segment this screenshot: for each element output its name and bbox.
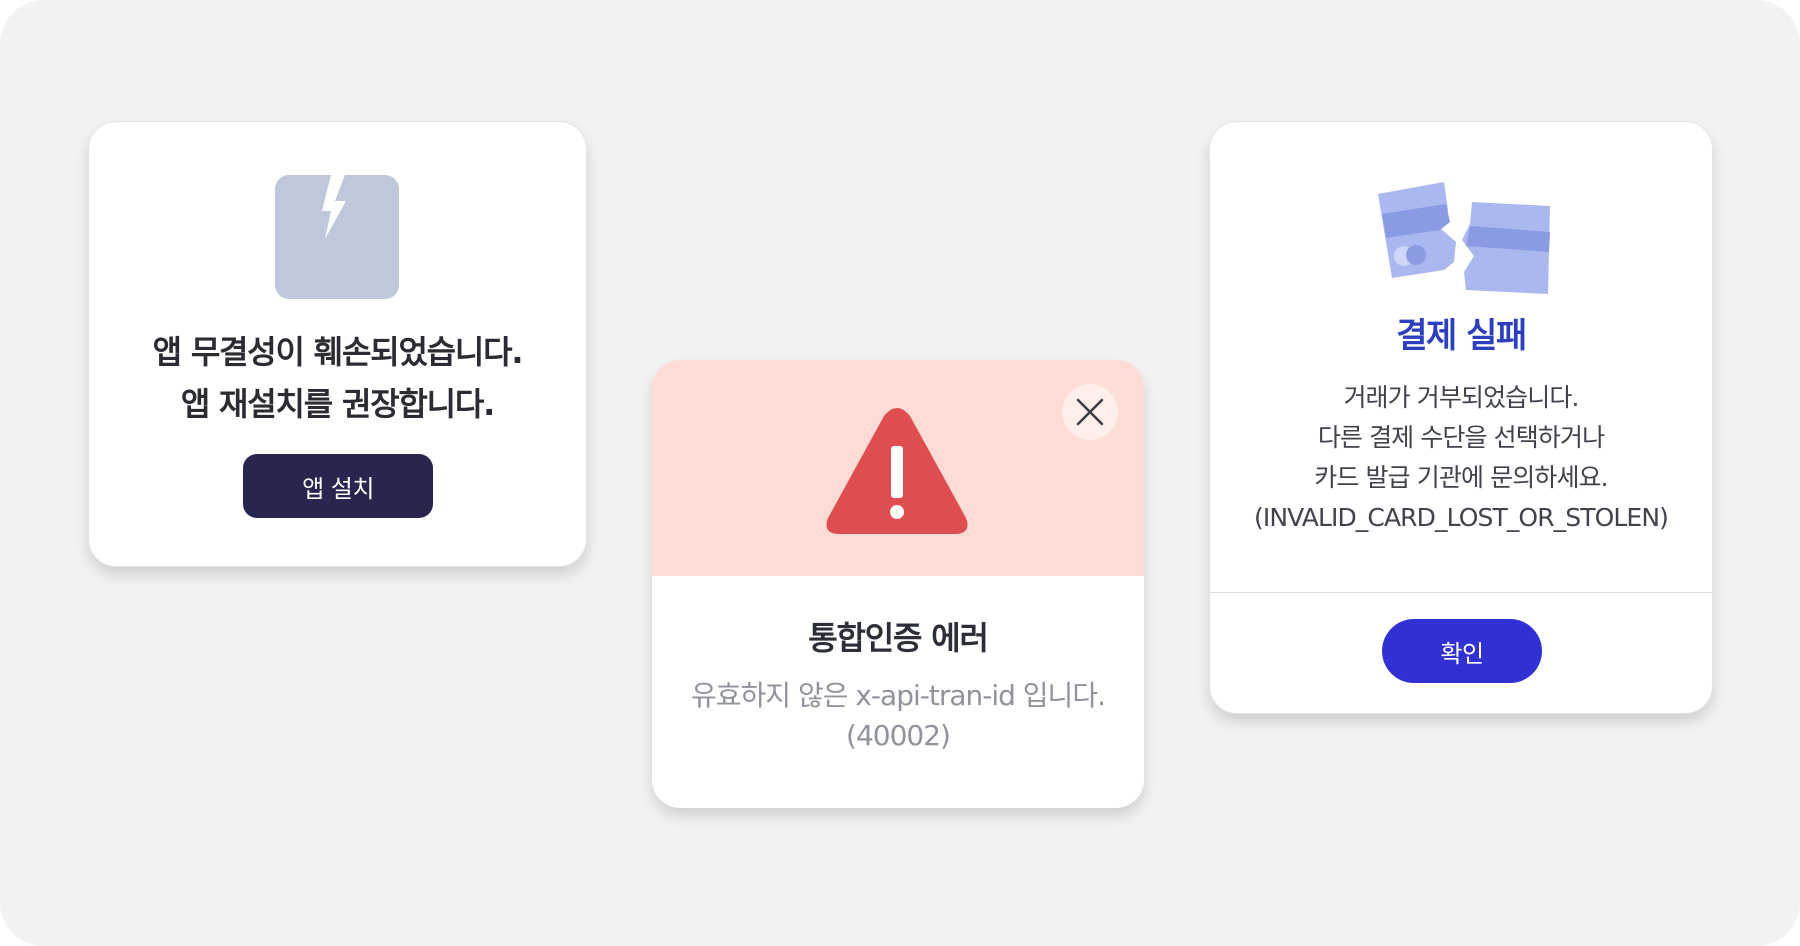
- payment-failure-title: 결제 실패: [1396, 316, 1527, 356]
- payment-failure-description-line-4: (INVALID_CARD_LOST_OR_STOLEN): [1254, 503, 1669, 532]
- confirm-button[interactable]: 확인: [1382, 619, 1542, 683]
- payment-failure-description-line-3: 카드 발급 기관에 문의하세요.: [1314, 463, 1608, 492]
- payment-failure-dialog: 결제 실패 거래가 거부되었습니다. 다른 결제 수단을 선택하거나 카드 발급…: [1209, 121, 1713, 714]
- close-button[interactable]: [1062, 384, 1118, 440]
- auth-error-description: 유효하지 않은 x-api-tran-id 입니다. (40002): [652, 676, 1144, 756]
- auth-error-description-line-2: (40002): [846, 719, 951, 752]
- integrity-message-line-1: 앱 무결성이 훼손되었습니다.: [152, 333, 524, 371]
- install-app-button[interactable]: 앱 설치: [243, 454, 433, 518]
- integrity-dialog: 앱 무결성이 훼손되었습니다. 앱 재설치를 권장합니다. 앱 설치: [88, 121, 587, 567]
- auth-error-dialog: 통합인증 에러 유효하지 않은 x-api-tran-id 입니다. (4000…: [652, 360, 1144, 808]
- auth-error-title: 통합인증 에러: [808, 619, 989, 657]
- auth-error-header: [652, 360, 1144, 576]
- payment-failure-description: 거래가 거부되었습니다. 다른 결제 수단을 선택하거나 카드 발급 기관에 문…: [1210, 378, 1712, 538]
- canvas-background: 앱 무결성이 훼손되었습니다. 앱 재설치를 권장합니다. 앱 설치 통합인증 …: [0, 0, 1800, 946]
- integrity-message: 앱 무결성이 훼손되었습니다. 앱 재설치를 권장합니다.: [89, 326, 586, 430]
- payment-failure-description-line-2: 다른 결제 수단을 선택하거나: [1317, 423, 1605, 452]
- broken-app-icon: [275, 175, 399, 299]
- broken-card-icon: [1378, 182, 1550, 294]
- integrity-message-line-2: 앱 재설치를 권장합니다.: [180, 385, 495, 423]
- divider: [1210, 592, 1712, 593]
- payment-failure-description-line-1: 거래가 거부되었습니다.: [1343, 383, 1579, 412]
- auth-error-description-line-1: 유효하지 않은 x-api-tran-id 입니다.: [691, 679, 1106, 712]
- close-icon: [1076, 398, 1104, 426]
- warning-triangle-icon: [826, 408, 968, 534]
